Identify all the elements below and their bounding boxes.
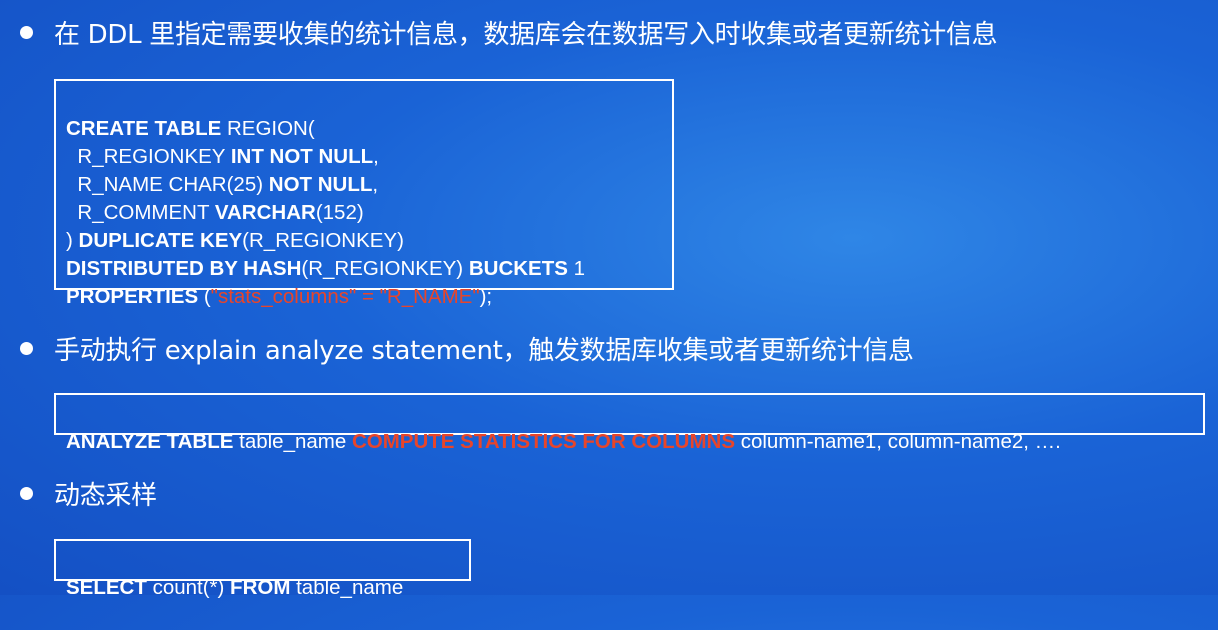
code-text: ( [198,285,211,308]
analyze-code-box: ANALYZE TABLE table_name COMPUTE STATIST… [54,393,1205,453]
ddl-code-box: CREATE TABLE REGION( R_REGIONKEY INT NOT… [54,79,674,308]
code-line: DISTRIBUTED BY HASH(R_REGIONKEY) BUCKETS… [66,255,672,283]
code-text: (R_REGIONKEY) [242,229,404,252]
code-keyword: DISTRIBUTED BY HASH [66,257,302,280]
code-text: , [373,145,379,168]
bullet-dot-icon [20,487,33,500]
code-text: , [372,173,379,196]
code-keyword: INT NOT NULL [230,145,374,168]
code-highlight: COMPUTE STATISTICS FOR COLUMNS [351,430,736,453]
code-text: table_name [233,430,352,453]
code-keyword: SELECT [66,576,147,599]
code-line: PROPERTIES ("stats_columns" = "R_NAME"); [66,283,672,311]
code-text: REGION( [221,117,315,140]
code-keyword: FROM [230,576,291,599]
code-text: table_name [290,576,404,599]
code-line: ) DUPLICATE KEY(R_REGIONKEY) [66,227,672,255]
code-keyword: CREATE TABLE [66,117,222,140]
code-keyword: NOT NULL [268,173,373,196]
bullet-dot-icon [20,26,33,39]
code-line: R_COMMENT VARCHAR(152) [66,199,672,227]
bullet-item-analyze: 手动执行 explain analyze statement，触发数据库收集或者… [20,330,914,367]
code-keyword: ANALYZE TABLE [66,430,234,453]
code-line: R_REGIONKEY INT NOT NULL, [66,143,672,171]
code-text: ); [479,285,493,308]
select-code-box: SELECT count(*) FROM table_name [54,539,471,599]
code-line: ANALYZE TABLE table_name COMPUTE STATIST… [66,428,1203,456]
code-text: R_COMMENT [66,201,215,224]
code-keyword: VARCHAR [214,201,316,224]
code-keyword: BUCKETS [468,257,568,280]
code-keyword: DUPLICATE KEY [78,229,243,252]
code-highlight: "stats_columns" = "R_NAME" [210,285,480,308]
bullet-text: 在 DDL 里指定需要收集的统计信息，数据库会在数据写入时收集或者更新统计信息 [54,20,998,50]
bullet-item-dynamic-sampling: 动态采样 [20,475,157,512]
code-text: ) [66,229,79,252]
code-text: column-name1, column-name2, …. [735,430,1061,453]
bullet-item-ddl-stats: 在 DDL 里指定需要收集的统计信息，数据库会在数据写入时收集或者更新统计信息 [20,14,998,51]
bullet-text: 手动执行 explain analyze statement，触发数据库收集或者… [54,336,914,366]
code-text: R_REGIONKEY [66,145,231,168]
bullet-dot-icon [20,342,33,355]
code-text: count(*) [146,576,231,599]
code-text: 1 [567,257,586,280]
code-line: CREATE TABLE REGION( [66,115,672,143]
code-text: (152) [315,201,364,224]
code-text: R_NAME CHAR(25) [66,173,269,196]
code-line: R_NAME CHAR(25) NOT NULL, [66,171,672,199]
code-text: (R_REGIONKEY) [301,257,469,280]
bullet-text: 动态采样 [54,481,157,511]
code-keyword: PROPERTIES [66,285,199,308]
code-line: SELECT count(*) FROM table_name [66,574,469,602]
